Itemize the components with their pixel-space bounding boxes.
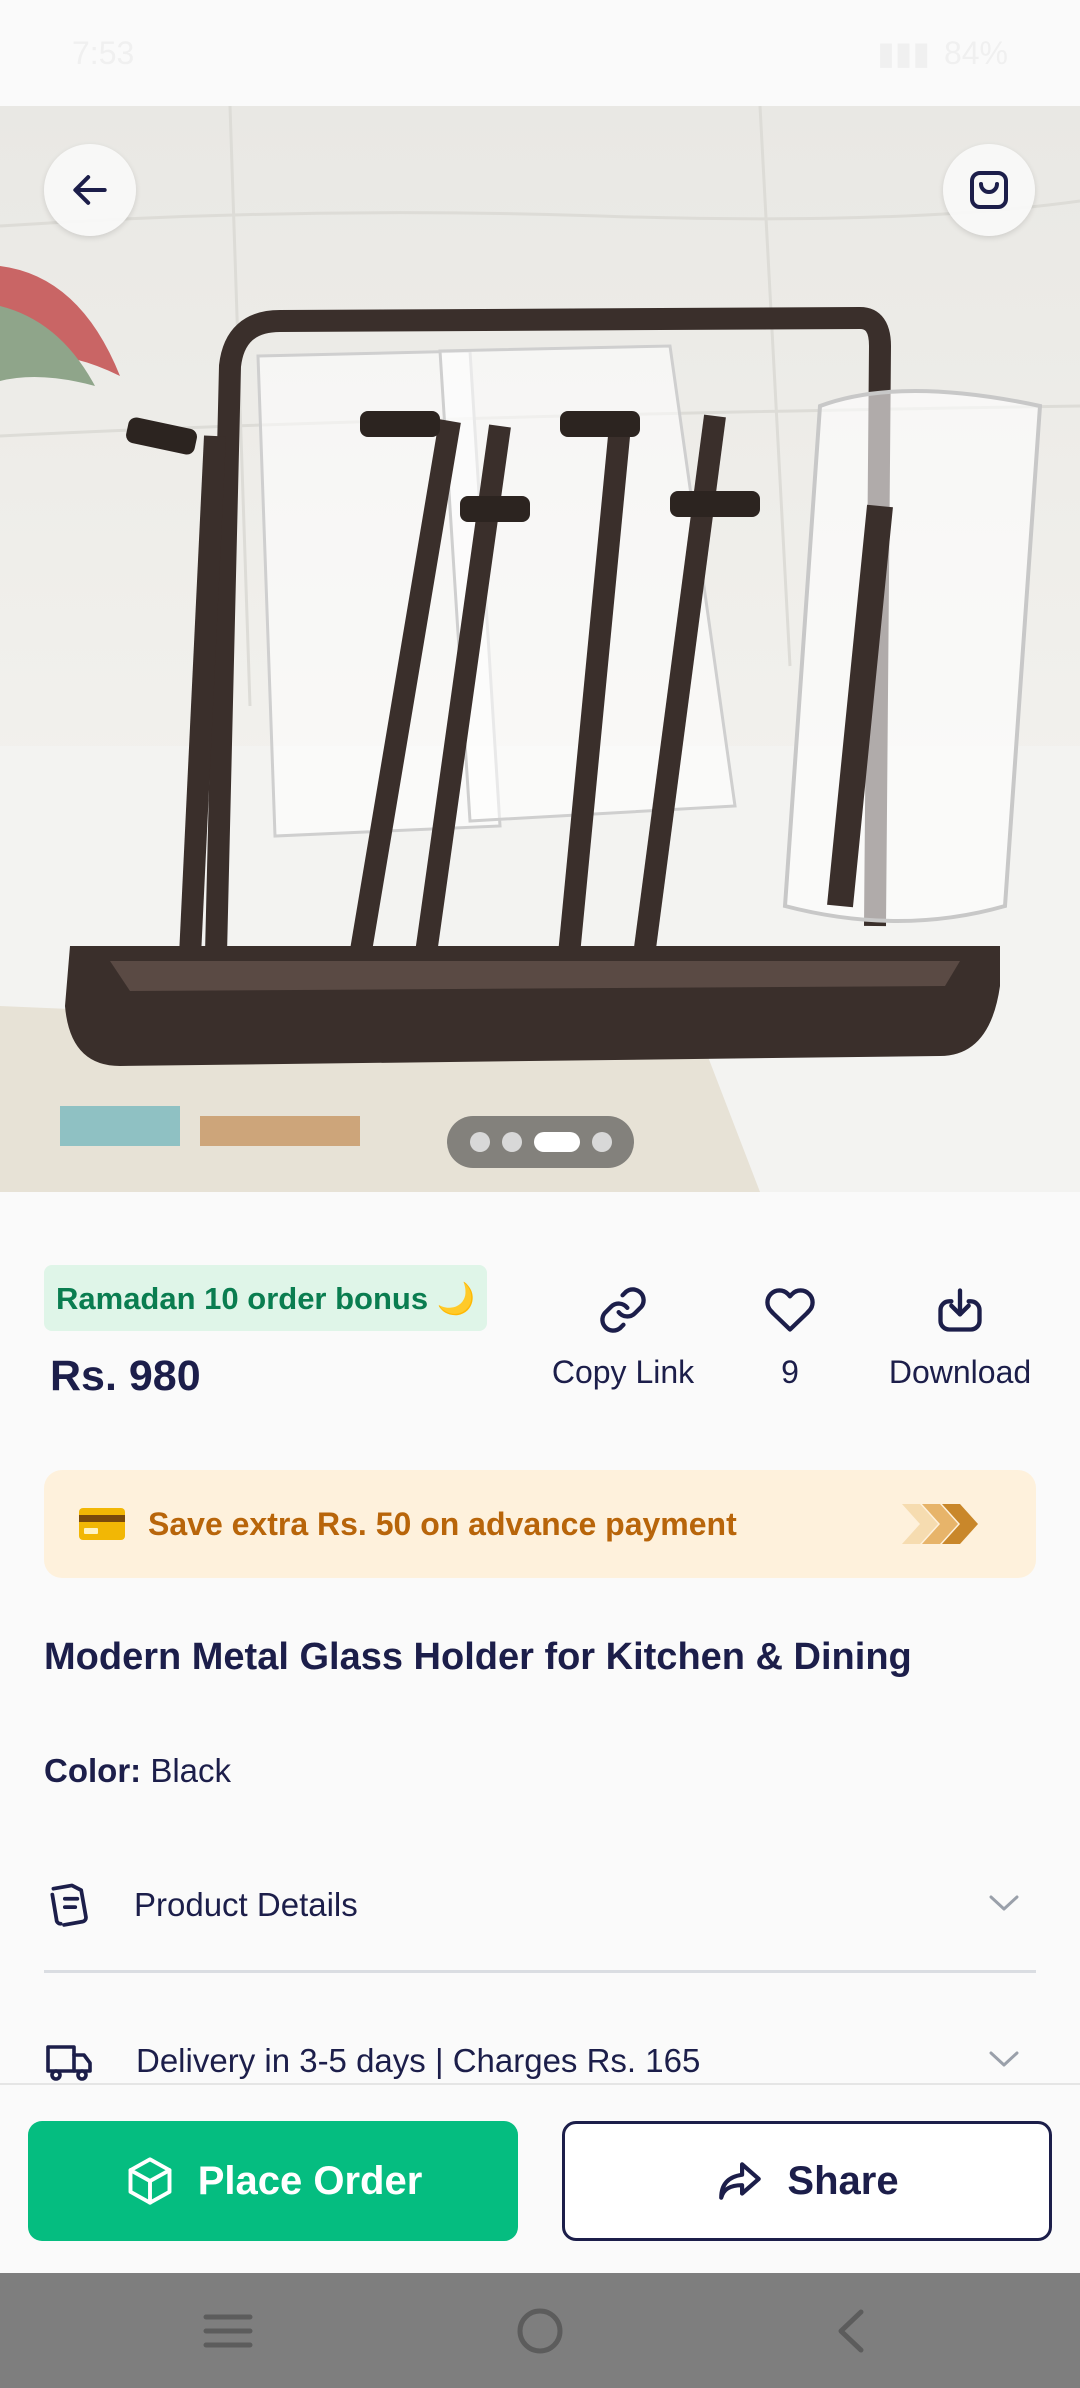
color-row: Color: Black <box>44 1752 231 1790</box>
cart-button[interactable] <box>943 144 1035 236</box>
home-button[interactable] <box>480 2273 600 2388</box>
carousel-dot[interactable] <box>469 1132 490 1152</box>
divider <box>44 1970 1036 1973</box>
color-value: Black <box>150 1752 232 1789</box>
place-order-label: Place Order <box>197 2158 423 2203</box>
double-chevron-right-icon <box>902 1504 978 1544</box>
product-photo <box>0 106 1080 1192</box>
product-details-accordion[interactable]: Product Details <box>44 1860 1036 1950</box>
product-details-label: Product Details <box>134 1886 358 1923</box>
status-time: 7:53 <box>72 34 135 71</box>
carousel-dot[interactable] <box>501 1132 522 1152</box>
download-icon <box>938 1288 982 1332</box>
product-title: Modern Metal Glass Holder for Kitchen & … <box>44 1636 912 1678</box>
advance-payment-text: Save extra Rs. 50 on advance payment <box>148 1505 737 1542</box>
document-icon <box>50 1883 88 1927</box>
like-button[interactable]: 9 <box>740 1284 840 1391</box>
delivery-truck-icon <box>46 2045 92 2081</box>
share-label: Share <box>787 2158 899 2203</box>
carousel-dot-active[interactable] <box>533 1132 580 1152</box>
back-nav-button[interactable] <box>790 2273 910 2388</box>
advance-payment-banner[interactable]: Save extra Rs. 50 on advance payment <box>44 1470 1036 1578</box>
ramadan-bonus-badge: Ramadan 10 order bonus 🌙 <box>44 1265 488 1331</box>
arrow-left-icon <box>73 175 107 205</box>
shopping-bag-icon <box>970 171 1008 209</box>
carousel-dot[interactable] <box>591 1132 612 1152</box>
chevron-down-icon <box>989 2051 1019 2067</box>
status-bar: 7:53 ▮▮▮ 84% <box>0 0 1080 106</box>
chevron-left-icon <box>838 2309 864 2352</box>
credit-card-icon <box>79 1508 125 1540</box>
menu-lines-icon <box>203 2314 253 2347</box>
place-order-button[interactable]: Place Order <box>28 2121 518 2241</box>
share-arrow-icon <box>719 2162 762 2200</box>
status-icons: ▮▮▮ 84% <box>877 34 1008 72</box>
system-nav-bar <box>0 2273 1080 2388</box>
box-icon <box>128 2157 172 2205</box>
signal-icon: ▮▮▮ <box>877 35 930 71</box>
like-count: 9 <box>781 1354 799 1390</box>
home-circle-icon <box>517 2308 563 2353</box>
link-icon <box>600 1287 646 1333</box>
copy-link-button[interactable]: Copy Link <box>548 1284 698 1391</box>
chevron-down-icon <box>989 1895 1019 1911</box>
recent-apps-button[interactable] <box>168 2273 288 2388</box>
share-button[interactable]: Share <box>562 2121 1052 2241</box>
product-price: Rs. 980 <box>50 1352 201 1400</box>
heart-icon <box>765 1288 815 1332</box>
color-label: Color: <box>44 1752 142 1789</box>
copy-link-label: Copy Link <box>551 1354 695 1390</box>
download-label: Download <box>888 1354 1032 1390</box>
delivery-label: Delivery in 3-5 days | Charges Rs. 165 <box>136 2042 701 2079</box>
product-image-carousel[interactable] <box>0 106 1080 1192</box>
carousel-indicator <box>447 1116 634 1168</box>
back-button[interactable] <box>44 144 136 236</box>
bottom-action-bar: Place Order Share <box>0 2083 1080 2273</box>
battery-level: 84% <box>943 34 1008 71</box>
download-button[interactable]: Download <box>880 1284 1040 1391</box>
